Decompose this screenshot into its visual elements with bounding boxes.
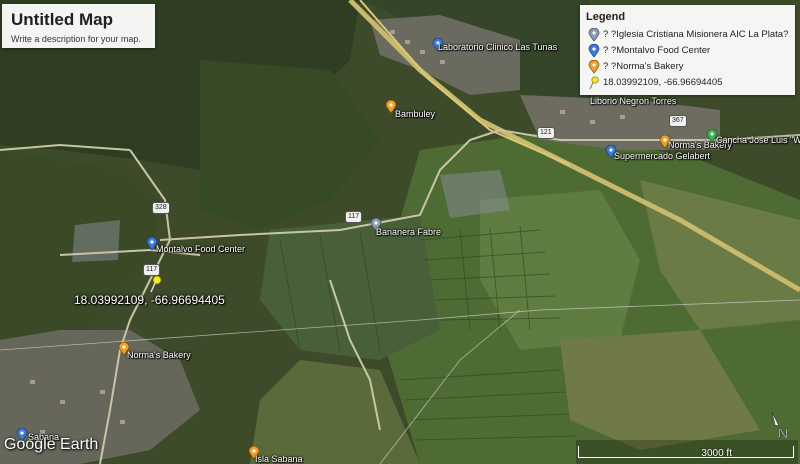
scale-bar: 3000 ft: [576, 440, 798, 464]
road-shield-367: 367: [669, 115, 687, 127]
yellow-pushpin-icon[interactable]: [148, 275, 164, 293]
legend-item-normas[interactable]: ? ?Norma's Bakery: [588, 60, 793, 74]
blue-pin-icon: [588, 44, 600, 58]
gray-pin-icon: [588, 28, 600, 42]
scale-label: 3000 ft: [701, 448, 732, 459]
orange-pin-icon: [588, 60, 600, 74]
coordinate-label: 18.03992109, -66.96694405: [74, 293, 225, 307]
legend-item-label: 18.03992109, -66.96694405: [603, 77, 723, 88]
map-title-panel[interactable]: Untitled Map Write a description for you…: [2, 4, 155, 48]
legend-item-label: ? ?Montalvo Food Center: [603, 45, 711, 56]
legend-item-label: ? ?Norma's Bakery: [603, 61, 684, 72]
bambuley-label: Bambuley: [395, 109, 436, 119]
bananera-label: Bananera Fabre: [376, 227, 442, 237]
map-description[interactable]: Write a description for your map.: [11, 34, 141, 44]
normas-label: Norma's Bakery: [127, 350, 191, 360]
legend-item-montalvo[interactable]: ? ?Montalvo Food Center: [588, 44, 793, 58]
compass-north-icon[interactable]: N: [766, 408, 792, 442]
legend-item-label: ? ?Iglesia Cristiana Misionera AIC La Pl…: [603, 29, 789, 40]
map-title[interactable]: Untitled Map: [11, 10, 113, 30]
isla-sabana-label: Isla Sabana: [255, 454, 303, 464]
supermercado-label: Supermercado Gelabert: [614, 151, 711, 161]
road-shield-117-b: 117: [143, 264, 161, 276]
road-shield-121: 121: [537, 127, 555, 139]
legend-item-coordinate[interactable]: 18.03992109, -66.96694405: [588, 76, 793, 90]
compass-letter: N: [778, 425, 788, 441]
laboratorio-label: Laboratorio Clinico Las Tunas: [438, 42, 558, 52]
cancha-label: Cancha Jose Luis "Wito": [716, 135, 800, 145]
montalvo-label: Montalvo Food Center: [156, 244, 246, 254]
legend-heading: Legend: [586, 11, 626, 23]
road-shield-328: 328: [152, 202, 170, 214]
road-shield-117-a: 117: [345, 211, 363, 223]
google-earth-logo: Google Earth: [4, 436, 99, 453]
legend-panel: Legend ? ?Iglesia Cristiana Misionera AI…: [580, 5, 795, 95]
liborio-label: Liborio Negron Torres: [590, 96, 677, 106]
scale-bar-line: [578, 446, 794, 458]
yellow-pushpin-icon: [589, 76, 599, 90]
legend-item-iglesia[interactable]: ? ?Iglesia Cristiana Misionera AIC La Pl…: [588, 28, 793, 42]
